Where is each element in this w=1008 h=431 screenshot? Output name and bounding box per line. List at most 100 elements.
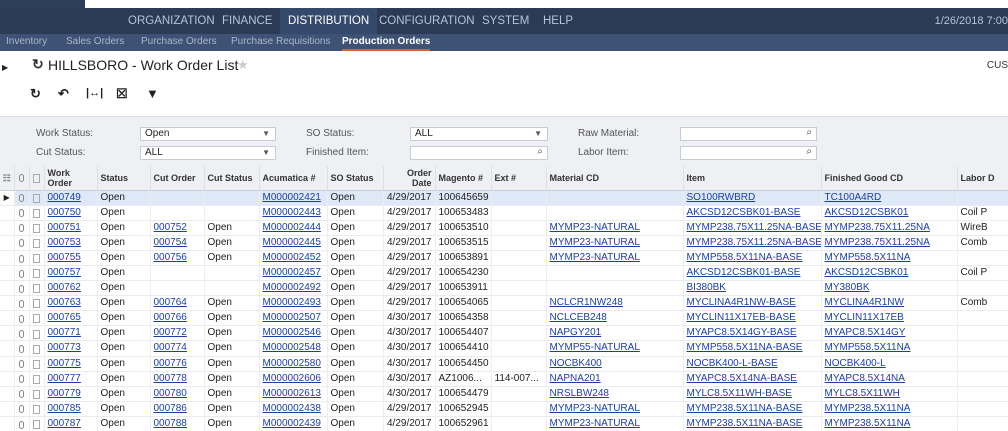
cut-order-link[interactable]: 000772 <box>154 327 187 338</box>
cell-status[interactable]: Open <box>97 340 151 357</box>
table-row[interactable]: 000755 Open 000756 Open M000002452 Open 4/29/2… <box>0 250 1008 266</box>
item-link[interactable]: BI380BK <box>687 282 726 293</box>
finished-good-cd-link[interactable]: MYMP238.75X11.25NA <box>825 222 930 233</box>
material-cd-link[interactable]: MYMP23-NATURAL <box>550 237 640 248</box>
item-link[interactable]: MYMP558.5X11NA-BASE <box>687 252 803 263</box>
work-order-link[interactable]: 000785 <box>48 403 81 414</box>
cell-cut-status[interactable]: Open <box>204 325 260 342</box>
attachment-icon[interactable] <box>14 205 30 221</box>
cell-so-status[interactable]: Open <box>327 250 384 266</box>
cell-cut-status[interactable] <box>204 190 260 206</box>
cell-magento[interactable]: 100653515 <box>435 235 492 251</box>
cell-labor[interactable] <box>957 416 1008 431</box>
cell-status[interactable]: Open <box>97 371 151 387</box>
cut-order-link[interactable]: 000788 <box>154 418 187 429</box>
row-indicator[interactable] <box>0 356 15 372</box>
table-row[interactable]: 000762 Open M000002492 Open 4/29/2017 1006539… <box>0 280 1008 297</box>
row-indicator[interactable] <box>0 401 15 417</box>
work-order-link[interactable]: 000751 <box>48 222 81 233</box>
cell-magento[interactable]: 100652945 <box>435 401 492 417</box>
cut-order-link[interactable]: 000766 <box>154 312 187 323</box>
subnav-purchase-orders[interactable]: Purchase Orders <box>141 34 217 51</box>
acumatica-link[interactable]: M000002439 <box>263 418 321 429</box>
acumatica-link[interactable]: M000002452 <box>263 252 321 263</box>
cell-ext[interactable] <box>491 325 547 342</box>
cell-ext[interactable] <box>491 295 547 312</box>
cell-status[interactable]: Open <box>97 356 151 372</box>
finished-good-cd-link[interactable]: MY380BK <box>825 282 870 293</box>
finished-good-cd-link[interactable]: MYAPC8.5X14GY <box>825 327 906 338</box>
work-order-link[interactable]: 000757 <box>48 267 81 278</box>
work-order-link[interactable]: 000771 <box>48 327 81 338</box>
cell-cut-order[interactable] <box>150 280 205 297</box>
cell-cut-status[interactable]: Open <box>204 220 260 236</box>
finished-good-cd-link[interactable]: MYAPC8.5X14NA <box>825 373 905 384</box>
note-icon[interactable] <box>29 371 45 387</box>
cell-order-date[interactable]: 4/29/2017 <box>383 295 436 312</box>
col-ext[interactable]: Ext # <box>491 166 547 191</box>
cell-labor[interactable] <box>957 190 1008 206</box>
note-icon[interactable] <box>29 356 45 372</box>
note-icon[interactable] <box>29 220 45 236</box>
cell-status[interactable]: Open <box>97 280 151 297</box>
cell-status[interactable]: Open <box>97 265 151 282</box>
cut-order-link[interactable]: 000786 <box>154 403 187 414</box>
acumatica-link[interactable]: M000002507 <box>263 312 321 323</box>
cell-labor[interactable] <box>957 340 1008 357</box>
cell-ext[interactable]: 114-007... <box>491 371 547 387</box>
cell-magento[interactable]: 100654407 <box>435 325 492 342</box>
table-row[interactable]: 000753 Open 000754 Open M000002445 Open 4/29/2… <box>0 235 1008 251</box>
acumatica-link[interactable]: M000002457 <box>263 267 321 278</box>
cell-cut-status[interactable] <box>204 280 260 297</box>
acumatica-link[interactable]: M000002613 <box>263 388 321 399</box>
row-indicator[interactable] <box>0 235 15 251</box>
cell-so-status[interactable]: Open <box>327 205 384 221</box>
material-cd-link[interactable]: MYMP55-NATURAL <box>550 342 640 353</box>
acumatica-link[interactable]: M000002444 <box>263 222 321 233</box>
item-link[interactable]: MYMP238.75X11.25NA-BASE <box>687 222 821 233</box>
finished-good-cd-link[interactable]: MYCLIN11X17EB <box>825 312 904 323</box>
work-order-link[interactable]: 000787 <box>48 418 81 429</box>
col-acumatica[interactable]: Acumatica # <box>259 166 328 191</box>
nav-organization[interactable]: ORGANIZATION <box>120 8 223 34</box>
note-icon[interactable] <box>29 205 45 221</box>
col-labor[interactable]: Labor D <box>957 166 1008 191</box>
cell-order-date[interactable]: 4/29/2017 <box>383 205 436 221</box>
cell-cut-status[interactable]: Open <box>204 295 260 312</box>
acumatica-link[interactable]: M000002548 <box>263 342 321 353</box>
cell-labor[interactable] <box>957 386 1008 402</box>
table-row[interactable]: 000763 Open 000764 Open M000002493 Open 4/29/2… <box>0 295 1008 312</box>
so-status-select[interactable]: ALL ▼ <box>410 127 548 141</box>
cell-status[interactable]: Open <box>97 205 151 221</box>
cell-ext[interactable] <box>491 265 547 282</box>
item-link[interactable]: MYMP238.5X11NA-BASE <box>687 418 803 429</box>
cell-magento[interactable]: 100654230 <box>435 265 492 282</box>
cell-so-status[interactable]: Open <box>327 295 384 312</box>
cell-status[interactable]: Open <box>97 190 151 206</box>
cut-order-link[interactable]: 000752 <box>154 222 187 233</box>
note-icon[interactable] <box>29 265 45 282</box>
cell-so-status[interactable]: Open <box>327 265 384 282</box>
cell-magento[interactable]: 100654410 <box>435 340 492 357</box>
cell-labor[interactable]: Comb <box>957 235 1008 251</box>
item-link[interactable]: AKCSD12CSBK01-BASE <box>687 207 801 218</box>
work-order-link[interactable]: 000762 <box>48 282 81 293</box>
finished-good-cd-link[interactable]: AKCSD12CSBK01 <box>825 207 909 218</box>
row-indicator[interactable]: ▶ <box>0 190 15 206</box>
refresh-icon[interactable]: ↻ <box>32 56 44 73</box>
cell-cut-status[interactable]: Open <box>204 371 260 387</box>
attachment-icon[interactable] <box>14 371 30 387</box>
undo-icon[interactable]: ↶ <box>58 86 69 102</box>
table-row[interactable]: 000750 Open M000002443 Open 4/29/2017 1006534… <box>0 205 1008 221</box>
cell-cut-status[interactable] <box>204 265 260 282</box>
cell-cut-order[interactable] <box>150 190 205 206</box>
attachment-icon[interactable] <box>14 265 30 282</box>
cell-so-status[interactable]: Open <box>327 416 384 431</box>
note-icon[interactable] <box>29 340 45 357</box>
column-settings-icon[interactable]: ☷ <box>0 166 15 191</box>
table-row[interactable]: ▶ 000749 Open M000002421 Open 4/29/2017 100645… <box>0 190 1008 206</box>
cell-magento[interactable]: 100645659 <box>435 190 492 206</box>
cell-labor[interactable] <box>957 310 1008 327</box>
cell-order-date[interactable]: 4/29/2017 <box>383 235 436 251</box>
work-order-link[interactable]: 000753 <box>48 237 81 248</box>
